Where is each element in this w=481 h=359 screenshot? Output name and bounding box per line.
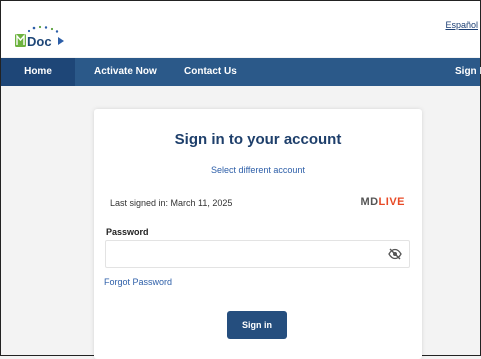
- select-different-account-link[interactable]: Select different account: [94, 165, 422, 175]
- forgot-password-link[interactable]: Forgot Password: [104, 277, 172, 287]
- sign-in-button[interactable]: Sign in: [227, 311, 287, 339]
- signin-card: Sign in to your account Select different…: [94, 109, 422, 359]
- mdoc-logo[interactable]: Doc: [15, 25, 75, 49]
- eye-slash-icon[interactable]: [388, 248, 402, 260]
- logo-text: Doc: [27, 34, 52, 49]
- last-signed-in-text: Last signed in: March 11, 2025: [110, 198, 233, 208]
- top-header: Doc Español: [1, 1, 480, 57]
- password-field[interactable]: [105, 240, 410, 268]
- password-label: Password: [106, 227, 149, 237]
- signin-title: Sign in to your account: [174, 131, 342, 148]
- nav-contact-us[interactable]: Contact Us: [184, 58, 237, 86]
- nav-sign-in[interactable]: Sign In: [455, 58, 481, 86]
- mdlive-logo: MDLIVE: [360, 196, 405, 208]
- nav-activate-now[interactable]: Activate Now: [94, 58, 157, 86]
- main-nav: Home Activate Now Contact Us Sign In: [1, 58, 481, 86]
- mdlive-logo-live: LIVE: [378, 196, 405, 208]
- language-link[interactable]: Español: [445, 20, 478, 30]
- mdlive-logo-md: MD: [360, 196, 379, 208]
- nav-home[interactable]: Home: [1, 58, 75, 86]
